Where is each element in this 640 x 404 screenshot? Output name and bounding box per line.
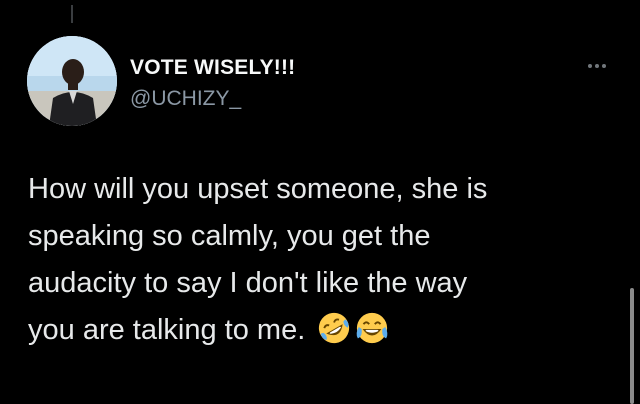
- tweet-text-line: you are talking to me.: [28, 314, 306, 346]
- rolling-on-floor-laughing-emoji: [319, 312, 350, 344]
- tweet-text: How will you upset someone, she is speak…: [28, 166, 588, 354]
- dot: [588, 64, 592, 68]
- tweet-text-line: How will you upset someone, she is: [28, 173, 488, 205]
- profile-photo-icon: [27, 36, 117, 126]
- tweet-text-line: audacity to say I don't like the way: [28, 267, 468, 299]
- author-handle[interactable]: @UCHIZY_: [130, 87, 241, 111]
- tweet-text-line-last: you are talking to me.: [28, 307, 588, 354]
- tweet-text-line: speaking so calmly, you get the: [28, 220, 431, 252]
- avatar[interactable]: [27, 36, 117, 126]
- author-display-name[interactable]: VOTE WISELY!!!: [130, 56, 295, 80]
- dot: [595, 64, 599, 68]
- dot: [602, 64, 606, 68]
- scrollbar[interactable]: [630, 288, 634, 404]
- face-with-tears-of-joy-emoji: [356, 312, 388, 344]
- thread-connector-line: [71, 5, 73, 23]
- more-options-icon[interactable]: [582, 58, 612, 74]
